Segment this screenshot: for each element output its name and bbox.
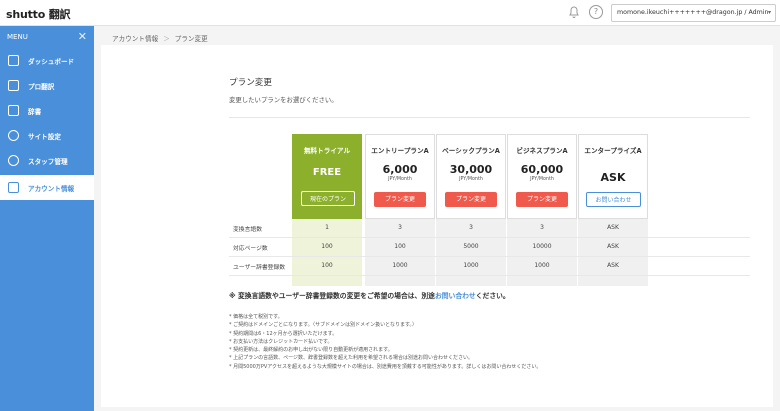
sidebar-item-label: プロ翻訳: [28, 82, 55, 91]
plan-price: 60,000: [520, 163, 564, 176]
fine-print-line: * ご契約はドメインごとになります。（サブドメインは別ドメイン扱いとなります。）: [229, 322, 417, 329]
table-cell: 1: [292, 219, 362, 237]
plan-card-enterprise: エンタープライズA ASK お問い合わせ: [578, 134, 648, 219]
table-cell: [436, 276, 506, 286]
table-cell: [578, 276, 648, 286]
plan-name: 無料トライアル: [303, 147, 351, 155]
sidebar-item-label: サイト設定: [28, 132, 61, 141]
plan-card-entry: エントリープランA 6,000 JPY/Month プラン変更: [365, 134, 435, 219]
row-label: 対応ページ数: [233, 246, 268, 252]
sidebar-item-dictionary[interactable]: 辞書: [0, 98, 94, 123]
table-cell: 1000: [507, 257, 577, 275]
table-cell: [365, 276, 435, 286]
plan-price: FREE: [312, 167, 342, 178]
users-icon: [8, 155, 19, 166]
table-cell: [292, 276, 362, 286]
table-cell: ASK: [578, 219, 648, 237]
current-plan-button[interactable]: 現在のプラン: [301, 191, 355, 206]
contact-note: ※ 変換言語数やユーザー辞書登録数の変更をご希望の場合は、別途お問い合わせくださ…: [229, 290, 510, 300]
breadcrumb-separator: ＞: [163, 35, 170, 43]
plan-name: ベーシックプランA: [442, 147, 500, 155]
breadcrumb-current: プラン変更: [174, 35, 208, 43]
change-plan-button[interactable]: プラン変更: [445, 192, 497, 207]
table-cell: [507, 276, 577, 286]
table-cell: ASK: [578, 257, 648, 275]
sidebar-item-site-settings[interactable]: サイト設定: [0, 123, 94, 148]
table-row: ユーザー辞書登録数 100 1000 1000 1000 ASK: [229, 257, 750, 276]
table-cell: 100: [292, 257, 362, 275]
help-icon[interactable]: ?: [589, 5, 603, 19]
sidebar-item-label: アカウント情報: [28, 184, 75, 193]
close-icon[interactable]: ✕: [78, 30, 87, 43]
sidebar-item-account[interactable]: アカウント情報: [0, 175, 94, 200]
plan-price: ASK: [600, 171, 626, 184]
user-menu[interactable]: momone.ikeuchi+++++++@dragon.jp / Admin …: [611, 4, 776, 22]
contact-link[interactable]: お問い合わせ: [435, 292, 476, 300]
table-cell: 3: [507, 219, 577, 237]
page-subtitle: 変更したいプランをお選びください。: [229, 96, 338, 104]
content-panel: プラン変更 変更したいプランをお選びください。 無料トライアル FREE 現在の…: [101, 45, 773, 407]
row-label: 変換言語数: [233, 227, 262, 233]
table-cell: 1000: [365, 257, 435, 275]
fine-print-line: * お支払い方法はクレジットカード払いです。: [229, 338, 333, 345]
table-cell: 3: [365, 219, 435, 237]
plan-unit: JPY/Month: [530, 177, 554, 182]
note-text: ※ 変換言語数やユーザー辞書登録数の変更をご希望の場合は、別途: [229, 292, 435, 300]
fine-print-line: * 月間5000万PVアクセスを超えるような大規模サイトの場合は、別途費用を頂戴…: [229, 363, 542, 370]
plan-name: エンタープライズA: [584, 147, 642, 155]
sidebar-item-staff[interactable]: スタッフ管理: [0, 148, 94, 173]
plan-name: ビジネスプランA: [516, 147, 568, 155]
divider: [229, 117, 750, 118]
sidebar-item-pro-translation[interactable]: プロ翻訳: [0, 73, 94, 98]
sidebar-item-label: 辞書: [28, 107, 42, 116]
plan-unit: JPY/Month: [459, 177, 483, 182]
plan-price: 6,000: [382, 163, 418, 176]
page-title: プラン変更: [229, 78, 272, 88]
table-row: [229, 276, 750, 286]
document-icon: [8, 182, 19, 193]
app-logo[interactable]: shutto 翻訳: [6, 6, 71, 22]
chevron-down-icon: ▾: [767, 9, 771, 16]
fine-print-line: * 契約期間は6・12ヶ月から選択いただけます。: [229, 330, 338, 337]
sidebar: MENU ✕ ダッシュボード プロ翻訳 辞書 サイト設定 スタッフ管理 アカウン…: [0, 26, 94, 411]
table-row: 変換言語数 1 3 3 3 ASK: [229, 219, 750, 238]
table-row: 対応ページ数 100 100 5000 10000 ASK: [229, 238, 750, 257]
bell-icon[interactable]: [567, 5, 581, 19]
gear-icon: [8, 130, 19, 141]
top-bar: shutto 翻訳 ? momone.ikeuchi+++++++@dragon…: [0, 0, 780, 26]
sidebar-item-label: スタッフ管理: [28, 157, 68, 166]
plan-unit: JPY/Month: [388, 177, 412, 182]
table-cell: 5000: [436, 238, 506, 256]
fine-print-line: * 価格は全て税別です。: [229, 314, 283, 320]
plan-comparison-table: 変換言語数 1 3 3 3 ASK 対応ページ数 100 100 5000 10…: [229, 219, 750, 286]
plan-card-business: ビジネスプランA 60,000 JPY/Month プラン変更: [507, 134, 577, 219]
table-cell: 100: [365, 238, 435, 256]
fine-print: * 価格は全て税別です。 * ご契約はドメインごとになります。（サブドメインは別…: [229, 313, 541, 371]
change-plan-button[interactable]: プラン変更: [516, 192, 568, 207]
plan-price: 30,000: [449, 163, 493, 176]
plan-name: エントリープランA: [371, 147, 429, 155]
sidebar-item-label: ダッシュボード: [28, 57, 75, 66]
breadcrumb-account[interactable]: アカウント情報: [112, 35, 158, 43]
fine-print-line: * 契約更新は、最終解約のお申し出がない限り自動更新が適用されます。: [229, 347, 393, 354]
table-cell: 10000: [507, 238, 577, 256]
table-cell: 3: [436, 219, 506, 237]
menu-label: MENU: [7, 33, 28, 41]
book-icon: [8, 105, 19, 116]
chat-icon: [8, 80, 19, 91]
user-menu-label: momone.ikeuchi+++++++@dragon.jp / Admin: [617, 9, 769, 16]
home-icon: [8, 55, 19, 66]
sidebar-header: MENU ✕: [0, 26, 94, 48]
change-plan-button[interactable]: プラン変更: [374, 192, 426, 207]
table-cell: 100: [292, 238, 362, 256]
contact-button[interactable]: お問い合わせ: [586, 192, 641, 207]
fine-print-line: * 上記プランの言語数、ページ数、辞書登録数を超えた利用を希望される場合は別途お…: [229, 355, 473, 362]
row-label: ユーザー辞書登録数: [233, 265, 286, 271]
plan-card-basic: ベーシックプランA 30,000 JPY/Month プラン変更: [436, 134, 506, 219]
note-suffix: ください。: [475, 292, 510, 300]
sidebar-item-dashboard[interactable]: ダッシュボード: [0, 48, 94, 73]
table-cell: 1000: [436, 257, 506, 275]
table-cell: ASK: [578, 238, 648, 256]
